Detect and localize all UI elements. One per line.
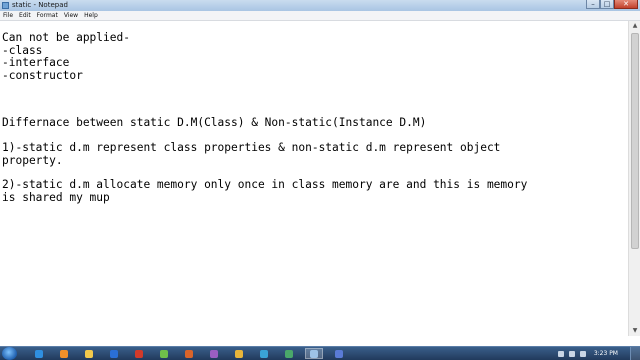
text-line: -class — [2, 43, 43, 57]
outlook-icon — [110, 349, 118, 358]
text-line: is shared my mup — [2, 190, 110, 204]
clock[interactable]: 3:23 PM — [594, 347, 618, 360]
app-icon — [285, 349, 293, 358]
taskbar-app-button[interactable] — [330, 348, 348, 359]
maximize-button[interactable]: □ — [600, 0, 614, 9]
menu-file[interactable]: File — [0, 11, 16, 20]
text-editor[interactable]: Can not be applied- -class -interface -cons… — [0, 21, 628, 336]
close-button[interactable]: ✕ — [614, 0, 638, 9]
menu-view[interactable]: View — [61, 11, 81, 20]
network-icon[interactable] — [568, 350, 575, 357]
document-text[interactable]: Can not be applied- -class -interface -cons… — [0, 21, 628, 204]
volume-icon[interactable] — [579, 350, 586, 357]
app-icon — [335, 349, 343, 358]
window-title: static - Notepad — [12, 1, 68, 9]
taskbar-apps — [30, 348, 355, 359]
text-line: Can not be applied- — [2, 31, 130, 44]
media-player-icon — [60, 349, 68, 358]
explorer-icon — [85, 349, 93, 358]
taskbar-app-button[interactable] — [280, 348, 298, 359]
menu-bar: File Edit Format View Help — [0, 11, 640, 21]
taskbar-app-button[interactable] — [80, 348, 98, 359]
taskbar-app-button[interactable] — [155, 348, 173, 359]
taskbar-app-button[interactable] — [130, 348, 148, 359]
app-icon — [260, 349, 268, 358]
scroll-thumb[interactable] — [631, 33, 639, 249]
scroll-down-button[interactable]: ▼ — [630, 326, 640, 336]
app-icon — [160, 349, 168, 358]
taskbar-app-button[interactable] — [305, 348, 323, 359]
vertical-scrollbar[interactable]: ▲ ▼ — [628, 21, 640, 336]
text-line: -interface — [2, 56, 70, 70]
text-line: 1)-static d.m represent class properties… — [2, 140, 501, 154]
taskbar-app-button[interactable] — [30, 348, 48, 359]
window-controls: – □ ✕ — [586, 0, 638, 10]
notepad-icon — [2, 2, 9, 9]
text-line: -constructor — [2, 68, 83, 82]
taskbar-app-button[interactable] — [230, 348, 248, 359]
powerpoint-icon — [185, 349, 193, 358]
taskbar-app-button[interactable] — [55, 348, 73, 359]
ie-icon — [35, 349, 43, 358]
chrome-icon — [235, 349, 243, 358]
app-icon — [135, 349, 143, 358]
taskbar: 3:23 PM — [0, 346, 640, 360]
text-line: 2)-static d.m allocate memory only once … — [2, 178, 528, 192]
app-icon — [210, 349, 218, 358]
text-line: Differnace between static D.M(Class) & N… — [2, 116, 427, 130]
taskbar-app-button[interactable] — [105, 348, 123, 359]
show-desktop-button[interactable] — [630, 347, 640, 360]
start-button[interactable] — [2, 347, 17, 360]
menu-format[interactable]: Format — [34, 11, 61, 20]
menu-help[interactable]: Help — [81, 11, 101, 20]
system-tray: 3:23 PM — [553, 347, 618, 360]
minimize-button[interactable]: – — [586, 0, 600, 9]
text-line: property. — [2, 153, 63, 167]
taskbar-app-button[interactable] — [180, 348, 198, 359]
taskbar-app-button[interactable] — [205, 348, 223, 359]
menu-edit[interactable]: Edit — [16, 11, 34, 20]
taskbar-app-button[interactable] — [255, 348, 273, 359]
tray-icon[interactable] — [557, 350, 564, 357]
notepad-icon — [310, 349, 318, 358]
scroll-up-button[interactable]: ▲ — [630, 21, 640, 31]
